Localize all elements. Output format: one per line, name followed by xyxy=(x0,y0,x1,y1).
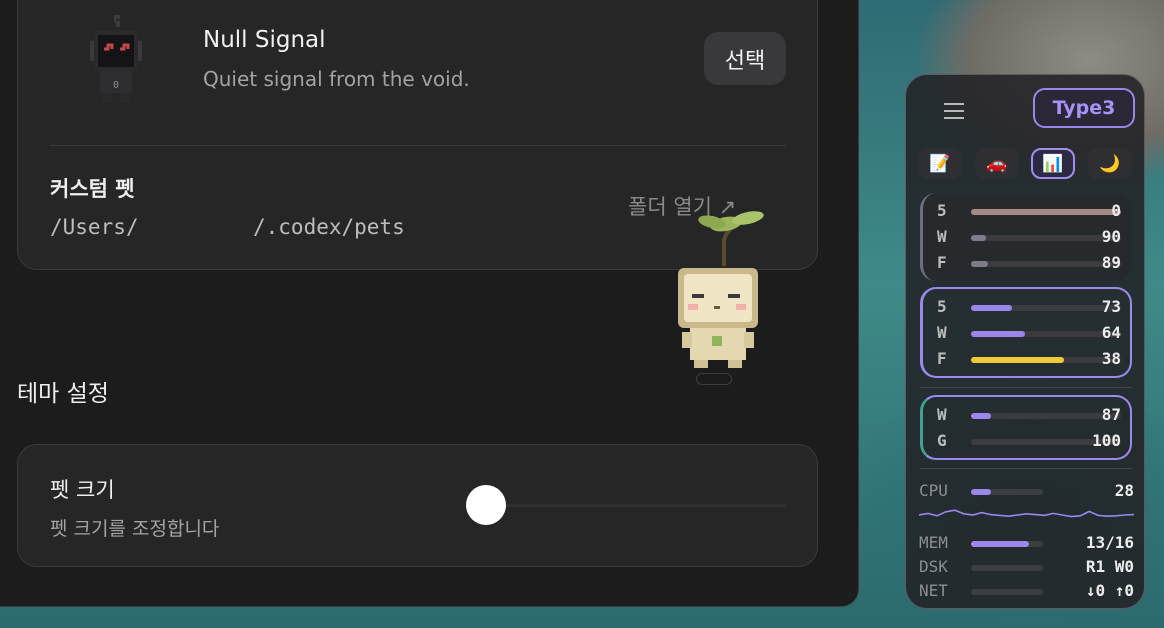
usage-bar xyxy=(971,235,986,241)
pet-size-title: 펫 크기 xyxy=(50,478,115,502)
usage-bar xyxy=(971,261,988,267)
theme-section-title: 테마 설정 xyxy=(17,381,109,407)
pet-size-slider-thumb[interactable] xyxy=(466,485,506,525)
usage-group-3: W 87 G 100 xyxy=(920,395,1132,460)
cpu-row: CPU 28 xyxy=(919,481,1134,500)
usage-bar xyxy=(971,305,1012,311)
menu-icon[interactable] xyxy=(944,103,964,119)
svg-text:0: 0 xyxy=(113,80,119,91)
car-icon[interactable]: 🚗 xyxy=(975,148,1019,179)
monitor-widget: Type3 📝 🚗 📊 🌙 5 0 W 90 F 89 5 73 W 64 F … xyxy=(905,74,1145,609)
usage-row: F 89 xyxy=(937,253,1121,272)
custom-pet-path-prefix: /Users/ xyxy=(50,215,139,239)
usage-bar xyxy=(971,413,991,419)
usage-group-2: 5 73 W 64 F 38 xyxy=(920,287,1132,378)
type-button[interactable]: Type3 xyxy=(1033,88,1135,128)
usage-row: W 87 xyxy=(937,405,1121,424)
custom-pet-path-suffix: /.codex/pets xyxy=(253,215,405,239)
sprout-pet[interactable] xyxy=(668,210,768,385)
select-pet-button[interactable]: 선택 xyxy=(704,32,786,85)
pet-name: Null Signal xyxy=(203,27,326,53)
widget-tabs: 📝 🚗 📊 🌙 xyxy=(918,148,1134,180)
cpu-sparkline xyxy=(919,509,1134,518)
pet-option-null-signal[interactable]: 0 Null Signal Quiet signal from the void… xyxy=(18,1,819,126)
pet-size-card: 펫 크기 펫 크기를 조정합니다 xyxy=(17,444,818,567)
system-bar xyxy=(971,541,1030,547)
pet-size-slider-track[interactable] xyxy=(486,504,786,507)
usage-row: 5 0 xyxy=(937,201,1121,220)
usage-row: 5 73 xyxy=(937,297,1121,316)
usage-bar xyxy=(971,357,1064,363)
null-signal-pet-avatar: 0 xyxy=(90,15,142,103)
moon-icon[interactable]: 🌙 xyxy=(1088,148,1132,179)
pet-size-description: 펫 크기를 조정합니다 xyxy=(50,518,220,540)
card-divider xyxy=(50,145,786,146)
usage-row: G 100 xyxy=(937,431,1121,450)
disk-row: DSK R1 W0 xyxy=(919,557,1134,576)
widget-divider xyxy=(920,468,1132,469)
bar-chart-icon[interactable]: 📊 xyxy=(1031,148,1075,179)
system-bar xyxy=(971,489,992,495)
usage-row: W 90 xyxy=(937,227,1121,246)
widget-divider xyxy=(920,387,1132,388)
memo-icon[interactable]: 📝 xyxy=(918,148,962,179)
pet-description: Quiet signal from the void. xyxy=(203,67,470,91)
usage-row: F 38 xyxy=(937,349,1121,368)
pet-drag-handle[interactable] xyxy=(696,373,732,385)
usage-bar xyxy=(971,209,1121,215)
usage-group-1: 5 0 W 90 F 89 xyxy=(920,193,1132,281)
mem-row: MEM 13/16 xyxy=(919,533,1134,552)
custom-pet-title: 커스텀 펫 xyxy=(50,177,135,201)
usage-row: W 64 xyxy=(937,323,1121,342)
usage-bar xyxy=(971,331,1025,337)
net-row: NET ↓0 ↑0 xyxy=(919,581,1134,600)
